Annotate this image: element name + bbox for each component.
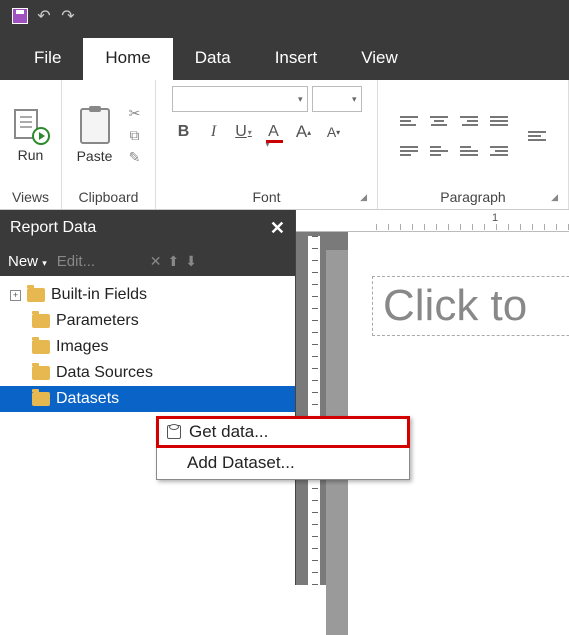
font-size-combo[interactable]: ▾ — [312, 86, 362, 112]
chevron-down-icon: ▾ — [42, 258, 47, 268]
edit-button: Edit... — [57, 253, 95, 270]
tree-item-datasets[interactable]: Datasets — [0, 386, 295, 412]
font-group-label: Font◢ — [166, 185, 367, 207]
paragraph-dialog-launcher[interactable]: ◢ — [551, 192, 558, 203]
tab-data[interactable]: Data — [173, 38, 253, 80]
grow-font-button[interactable]: A▴ — [292, 120, 316, 144]
tree-label: Built-in Fields — [51, 286, 147, 304]
run-icon — [14, 109, 48, 143]
chevron-down-icon: ▾ — [352, 94, 357, 105]
tree-label: Parameters — [56, 312, 139, 330]
align-left-button[interactable] — [396, 108, 422, 134]
horizontal-ruler: 1 — [296, 210, 569, 232]
undo-icon: ↶ — [37, 6, 50, 26]
decrease-indent-button[interactable] — [486, 138, 512, 164]
menu-item-add-dataset[interactable]: Add Dataset... — [157, 447, 409, 479]
title-placeholder[interactable]: Click to — [372, 276, 569, 336]
scissors-icon: ✂ — [129, 105, 141, 122]
increase-indent-button[interactable] — [524, 123, 550, 149]
views-group-label: Views — [10, 185, 51, 207]
tree-item-images[interactable]: Images — [0, 334, 295, 360]
clipboard-group-label: Clipboard — [72, 185, 145, 207]
report-data-panel: Report Data ✕ New ▾ Edit... ✕ ⬆ ⬇ + Buil… — [0, 210, 296, 585]
ribbon-group-paragraph: Paragraph◢ — [378, 80, 569, 209]
delete-icon: ✕ — [150, 253, 162, 270]
align-bottom-button[interactable] — [456, 138, 482, 164]
tree-label: Images — [56, 338, 108, 356]
tab-insert[interactable]: Insert — [253, 38, 340, 80]
align-top-button[interactable] — [396, 138, 422, 164]
redo-icon: ↷ — [61, 6, 74, 26]
redo-button[interactable]: ↷ — [56, 4, 80, 28]
tab-view[interactable]: View — [339, 38, 420, 80]
report-data-header: Report Data ✕ — [0, 210, 295, 246]
title-bar: ↶ ↷ — [0, 0, 569, 32]
database-icon — [167, 425, 181, 439]
paste-button[interactable]: Paste — [72, 108, 118, 164]
tree-item-builtin-fields[interactable]: + Built-in Fields — [0, 282, 295, 308]
tree-item-parameters[interactable]: Parameters — [0, 308, 295, 334]
copy-icon: ⧉ — [130, 127, 140, 144]
align-center-button[interactable] — [426, 108, 452, 134]
font-color-button[interactable]: A — [262, 120, 286, 144]
save-button[interactable] — [8, 4, 32, 28]
folder-icon — [32, 340, 50, 354]
paste-label: Paste — [77, 148, 113, 164]
menu-item-label: Add Dataset... — [187, 453, 295, 473]
vertical-ruler — [308, 236, 320, 585]
new-menu[interactable]: New ▾ — [8, 253, 47, 270]
design-surface: 1 Click to — [296, 210, 569, 585]
report-data-toolbar: New ▾ Edit... ✕ ⬆ ⬇ — [0, 246, 295, 276]
italic-button[interactable]: I — [202, 120, 226, 144]
copy-button[interactable]: ⧉ — [124, 126, 146, 146]
ribbon: Run Views Paste ✂ ⧉ ✎ Clipboard ▾ ▾ — [0, 80, 569, 210]
cut-button[interactable]: ✂ — [124, 104, 146, 124]
paragraph-group-label: Paragraph◢ — [388, 185, 558, 207]
tab-home[interactable]: Home — [83, 38, 172, 80]
underline-button[interactable]: U — [232, 120, 256, 144]
menu-item-get-data[interactable]: Get data... — [156, 416, 410, 448]
folder-icon — [32, 314, 50, 328]
move-up-icon: ⬆ — [168, 253, 180, 270]
folder-icon — [32, 366, 50, 380]
tree-label: Data Sources — [56, 364, 153, 382]
font-family-combo[interactable]: ▾ — [172, 86, 308, 112]
expand-icon[interactable]: + — [10, 290, 21, 301]
close-panel-button[interactable]: ✕ — [270, 218, 285, 239]
ribbon-group-font: ▾ ▾ B I U A A▴ A▾ Font◢ — [156, 80, 378, 209]
run-label: Run — [18, 147, 44, 163]
move-down-icon: ⬇ — [185, 253, 197, 270]
ruler-tick-label: 1 — [492, 212, 498, 224]
context-menu: Get data... Add Dataset... — [156, 416, 410, 480]
menu-bar: File Home Data Insert View — [0, 32, 569, 80]
align-middle-button[interactable] — [426, 138, 452, 164]
menu-item-label: Get data... — [189, 422, 268, 442]
main-area: Report Data ✕ New ▾ Edit... ✕ ⬆ ⬇ + Buil… — [0, 210, 569, 585]
clipboard-icon — [80, 108, 110, 144]
report-data-title: Report Data — [10, 219, 96, 237]
tree-item-data-sources[interactable]: Data Sources — [0, 360, 295, 386]
tab-file[interactable]: File — [12, 38, 83, 80]
shrink-font-button[interactable]: A▾ — [322, 120, 346, 144]
folder-icon — [27, 288, 45, 302]
brush-icon: ✎ — [129, 149, 141, 166]
run-button[interactable]: Run — [8, 109, 54, 163]
tree-label: Datasets — [56, 390, 119, 408]
folder-icon — [32, 392, 50, 406]
align-justify-button[interactable] — [486, 108, 512, 134]
ribbon-group-clipboard: Paste ✂ ⧉ ✎ Clipboard — [62, 80, 156, 209]
bold-button[interactable]: B — [172, 120, 196, 144]
format-painter-button[interactable]: ✎ — [124, 148, 146, 168]
save-icon — [12, 8, 28, 24]
undo-button[interactable]: ↶ — [32, 4, 56, 28]
ribbon-group-views: Run Views — [0, 80, 62, 209]
chevron-down-icon: ▾ — [298, 94, 303, 105]
align-right-button[interactable] — [456, 108, 482, 134]
font-dialog-launcher[interactable]: ◢ — [360, 192, 367, 203]
